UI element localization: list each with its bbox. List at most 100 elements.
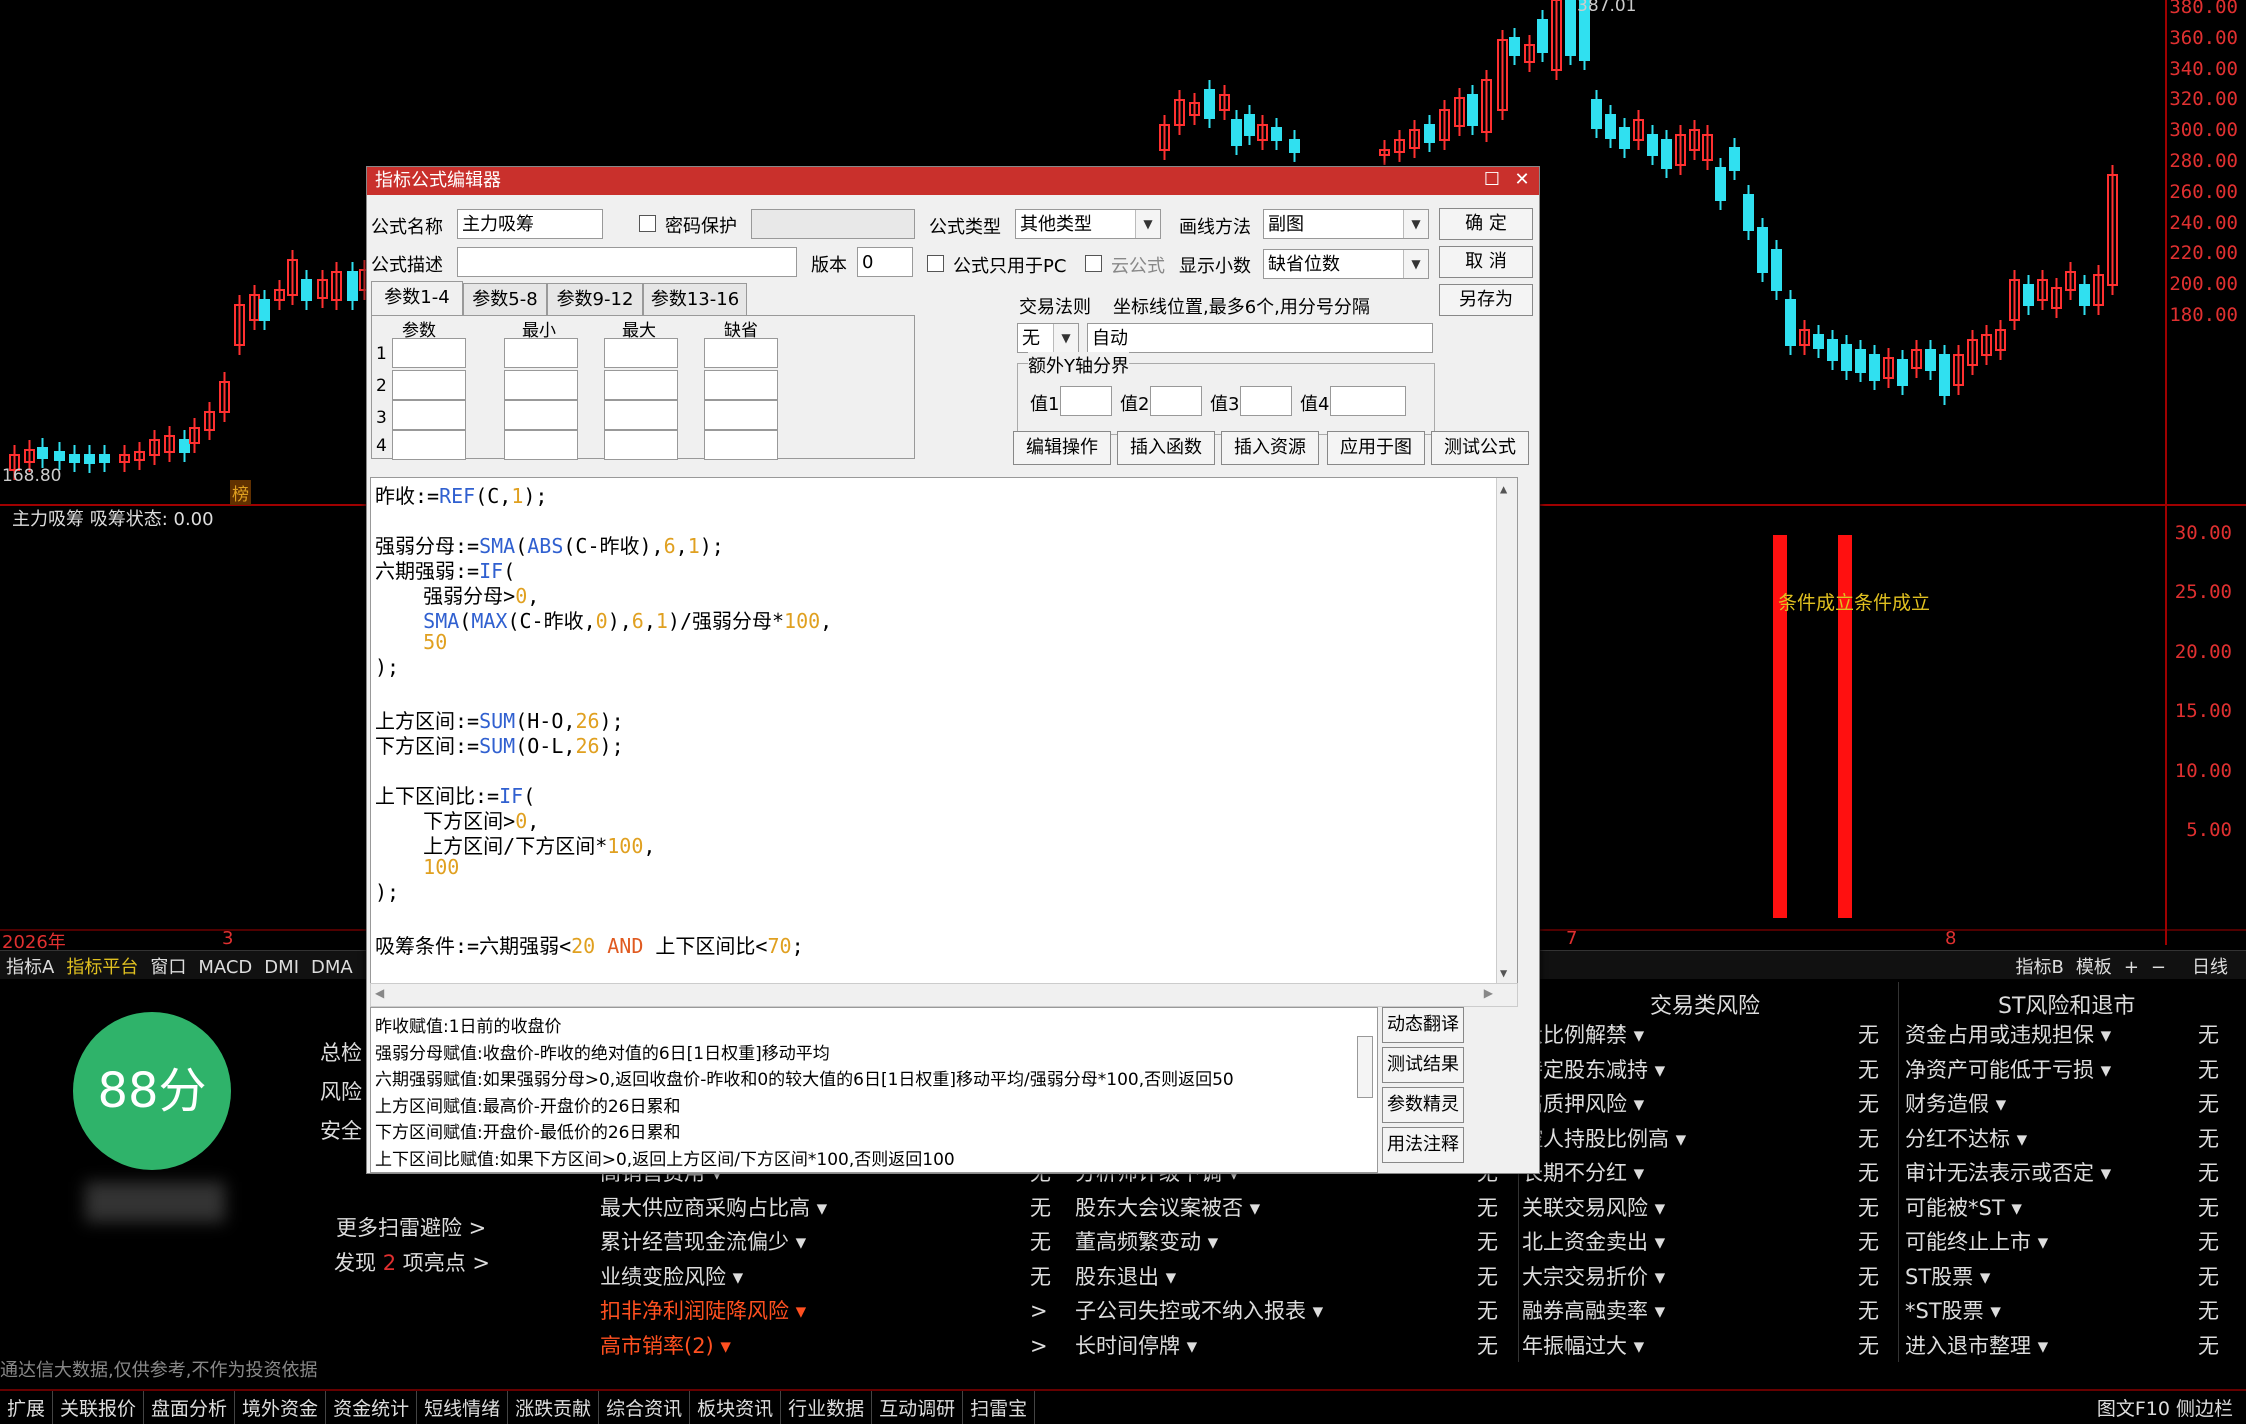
tab-indicator-a[interactable]: 指标A xyxy=(0,951,60,981)
risk-item[interactable]: 可能被*ST ▾ 无 xyxy=(1905,1191,2223,1226)
param-cell[interactable] xyxy=(392,338,466,368)
param-cell[interactable] xyxy=(604,430,678,460)
formula-type-select[interactable]: 其他类型 ▼ xyxy=(1015,209,1161,239)
param-cell[interactable] xyxy=(392,400,466,430)
scroll-up-icon[interactable]: ▲ xyxy=(1500,482,1507,496)
scroll-down-icon[interactable]: ▼ xyxy=(1500,966,1507,980)
decimal-select[interactable]: 缺省位数 ▼ xyxy=(1263,249,1429,279)
risk-score-badge[interactable]: 88分 xyxy=(73,1012,231,1170)
risk-item[interactable]: 进入退市整理 ▾ 无 xyxy=(1905,1329,2223,1364)
risk-item[interactable]: 北上资金卖出 ▾ 无 xyxy=(1522,1225,1879,1260)
bottom-tab-industry-data[interactable]: 行业数据 xyxy=(781,1391,873,1424)
tab-params-13-16[interactable]: 参数13-16 xyxy=(643,283,747,316)
apply-to-chart-button[interactable]: 应用于图 xyxy=(1327,431,1425,465)
remove-window-button[interactable]: − xyxy=(2145,955,2172,980)
risk-item[interactable]: 高质押风险 ▾ 无 xyxy=(1522,1087,1879,1122)
value2-input[interactable] xyxy=(1150,386,1202,416)
param-cell[interactable] xyxy=(392,430,466,460)
risk-item[interactable]: 审计无法表示或否定 ▾ 无 xyxy=(1905,1156,2223,1191)
risk-item[interactable]: 董高频繁变动 ▾ 无 xyxy=(1075,1225,1503,1260)
risk-item[interactable]: 关联交易风险 ▾ 无 xyxy=(1522,1191,1879,1226)
bottom-tab-fund-stats[interactable]: 资金统计 xyxy=(326,1391,418,1424)
param-cell[interactable] xyxy=(704,430,778,460)
tab-dma[interactable]: DMA xyxy=(305,955,359,980)
risk-item[interactable]: 股东大会议案被否 ▾ 无 xyxy=(1075,1191,1503,1226)
close-icon[interactable]: ✕ xyxy=(1511,169,1533,191)
bottom-tab-interaction[interactable]: 互动调研 xyxy=(872,1391,964,1424)
trade-rule-select[interactable]: 无 ▼ xyxy=(1017,323,1079,353)
risk-item[interactable]: 大比例解禁 ▾ 无 xyxy=(1522,1018,1879,1053)
cloud-formula-checkbox[interactable] xyxy=(1085,255,1102,272)
param-cell[interactable] xyxy=(704,370,778,400)
tab-window[interactable]: 窗口 xyxy=(144,951,192,981)
axis-lines-input[interactable]: 自动 xyxy=(1087,323,1433,353)
highlight-link[interactable]: 发现 2 项亮点 > xyxy=(334,1247,490,1277)
test-result-button[interactable]: 测试结果 xyxy=(1382,1047,1464,1083)
version-input[interactable]: 0 xyxy=(857,247,913,277)
risk-item[interactable]: 可能终止上市 ▾ 无 xyxy=(1905,1225,2223,1260)
tab-dmi[interactable]: DMI xyxy=(258,955,305,980)
bottom-tab-related-quotes[interactable]: 关联报价 xyxy=(53,1391,145,1424)
param-cell[interactable] xyxy=(504,370,578,400)
description-input[interactable] xyxy=(457,247,797,277)
cancel-button[interactable]: 取 消 xyxy=(1439,246,1533,278)
bottom-tab-news[interactable]: 综合资讯 xyxy=(599,1391,691,1424)
bottom-right-links[interactable]: 图文F10 侧边栏 xyxy=(2090,1391,2240,1424)
draw-method-select[interactable]: 副图 ▼ xyxy=(1263,209,1429,239)
risk-item[interactable]: 高市销率(2) ▾ > xyxy=(600,1329,1050,1364)
insert-function-button[interactable]: 插入函数 xyxy=(1117,431,1215,465)
param-cell[interactable] xyxy=(604,400,678,430)
test-formula-button[interactable]: 测试公式 xyxy=(1431,431,1529,465)
risk-item[interactable]: 特定股东减持 ▾ 无 xyxy=(1522,1053,1879,1088)
password-input[interactable] xyxy=(751,209,915,239)
tab-params-1-4[interactable]: 参数1-4 xyxy=(371,281,463,316)
risk-item[interactable]: 长期不分红 ▾ 无 xyxy=(1522,1156,1879,1191)
pc-only-checkbox[interactable] xyxy=(927,255,944,272)
risk-item[interactable]: 分红不达标 ▾ 无 xyxy=(1905,1122,2223,1157)
param-wizard-button[interactable]: 参数精灵 xyxy=(1382,1087,1464,1123)
maximize-icon[interactable]: ☐ xyxy=(1481,169,1503,191)
risk-item[interactable]: 财务造假 ▾ 无 xyxy=(1905,1087,2223,1122)
bottom-tab-contribution[interactable]: 涨跌贡献 xyxy=(508,1391,600,1424)
risk-item[interactable]: 净资产可能低于亏损 ▾ 无 xyxy=(1905,1053,2223,1088)
param-cell[interactable] xyxy=(504,430,578,460)
param-cell[interactable] xyxy=(504,400,578,430)
tab-template[interactable]: 模板 xyxy=(2070,951,2118,981)
period-daily[interactable]: 日线 xyxy=(2186,951,2234,981)
risk-item[interactable]: ST股票 ▾ 无 xyxy=(1905,1260,2223,1295)
tab-params-9-12[interactable]: 参数9-12 xyxy=(547,283,643,316)
risk-item[interactable]: 最大供应商采购占比高 ▾ 无 xyxy=(600,1191,1051,1226)
risk-item[interactable]: 大宗交易折价 ▾ 无 xyxy=(1522,1260,1879,1295)
risk-item[interactable]: 股东退出 ▾ 无 xyxy=(1075,1260,1503,1295)
value1-input[interactable] xyxy=(1060,386,1112,416)
value4-input[interactable] xyxy=(1330,386,1406,416)
bottom-tab-expand[interactable]: 扩展 xyxy=(0,1391,54,1424)
risk-item[interactable]: *ST股票 ▾ 无 xyxy=(1905,1294,2223,1329)
info-scrollbar[interactable] xyxy=(1357,1036,1373,1098)
save-as-button[interactable]: 另存为 xyxy=(1439,284,1533,316)
ok-button[interactable]: 确 定 xyxy=(1439,208,1533,240)
risk-item[interactable]: 年振幅过大 ▾ 无 xyxy=(1522,1329,1879,1364)
password-checkbox[interactable] xyxy=(639,215,656,232)
code-vertical-scrollbar[interactable]: ▲ ▼ xyxy=(1496,478,1517,984)
formula-name-input[interactable]: 主力吸筹 xyxy=(457,209,603,239)
tab-indicator-platform[interactable]: 指标平台 xyxy=(60,951,144,981)
param-cell[interactable] xyxy=(604,370,678,400)
risk-item[interactable]: 子公司失控或不纳入报表 ▾ 无 xyxy=(1075,1294,1503,1329)
risk-item[interactable]: 资金占用或违规担保 ▾ 无 xyxy=(1905,1018,2223,1053)
bottom-tab-minesweeper[interactable]: 扫雷宝 xyxy=(963,1391,1036,1424)
value3-input[interactable] xyxy=(1240,386,1292,416)
risk-item[interactable]: 扣非净利润陡降风险 ▾ > xyxy=(600,1294,1050,1329)
param-cell[interactable] xyxy=(704,338,778,368)
param-cell[interactable] xyxy=(392,370,466,400)
dynamic-translate-button[interactable]: 动态翻译 xyxy=(1382,1007,1464,1043)
bottom-tab-short-sentiment[interactable]: 短线情绪 xyxy=(417,1391,509,1424)
param-cell[interactable] xyxy=(704,400,778,430)
bottom-tab-foreign-funds[interactable]: 境外资金 xyxy=(235,1391,327,1424)
insert-resource-button[interactable]: 插入资源 xyxy=(1221,431,1319,465)
edit-operation-button[interactable]: 编辑操作 xyxy=(1013,431,1111,465)
bottom-tab-market-analysis[interactable]: 盘面分析 xyxy=(144,1391,236,1424)
add-window-button[interactable]: + xyxy=(2118,955,2145,980)
risk-item[interactable]: 累计经营现金流偏少 ▾ 无 xyxy=(600,1225,1051,1260)
formula-code-editor[interactable]: 昨收:=REF(C,1); 强弱分母:=SMA(ABS(C-昨收),6,1); 六期… xyxy=(370,477,1518,985)
